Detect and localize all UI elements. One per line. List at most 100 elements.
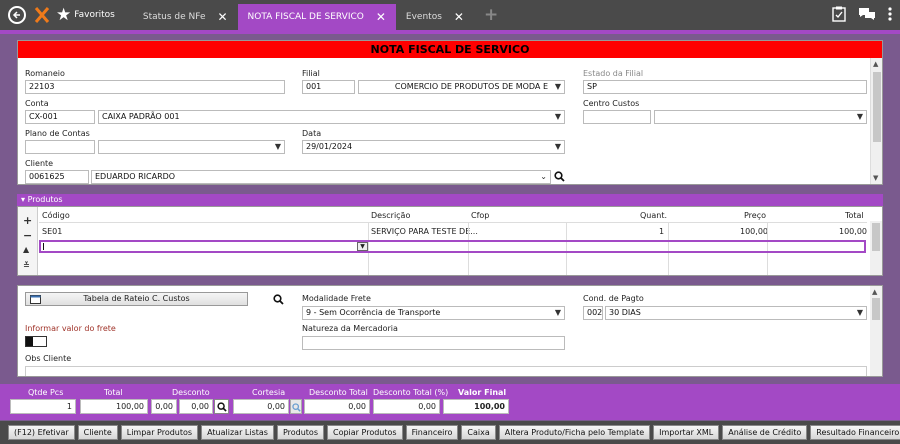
col-header-descricao[interactable]: Descrição xyxy=(371,211,410,220)
expand-down-icon[interactable]: ≚ xyxy=(23,261,30,270)
more-vertical-icon[interactable] xyxy=(888,7,892,21)
cond-pagto-code-field[interactable]: 002 xyxy=(583,306,603,320)
desconto-total-pct-field: 0,00 xyxy=(373,399,440,414)
col-header-quant[interactable]: Quant. xyxy=(640,211,667,220)
scroll-thumb[interactable] xyxy=(873,72,881,142)
scroll-up-icon[interactable]: ▲ xyxy=(873,60,878,68)
close-icon[interactable]: ✕ xyxy=(454,10,464,24)
back-button[interactable] xyxy=(8,6,26,24)
search-icon[interactable] xyxy=(273,294,284,305)
produtos-button[interactable]: Produtos xyxy=(276,425,324,440)
grid-scrollbar[interactable] xyxy=(870,221,882,275)
cell-codigo: SE01 xyxy=(42,227,63,236)
search-icon[interactable] xyxy=(554,171,565,182)
resultado-financeiro-button[interactable]: Resultado Financeiro xyxy=(810,425,900,440)
tab-label: NOTA FISCAL DE SERVICO xyxy=(247,12,364,22)
add-tab-icon[interactable]: + xyxy=(484,5,498,25)
conta-select[interactable]: CAIXA PADRÃO 001 ▼ xyxy=(98,110,565,124)
action-bar: (F12) Efetivar Cliente Limpar Produtos A… xyxy=(0,421,900,444)
frete-toggle[interactable] xyxy=(25,336,47,347)
col-header-codigo[interactable]: Código xyxy=(42,211,70,220)
importar-xml-button[interactable]: Importar XML xyxy=(653,425,720,440)
desconto-pct-field[interactable]: 0,00 xyxy=(151,399,177,414)
scroll-up-icon[interactable]: ▲ xyxy=(872,288,877,296)
produtos-section-header[interactable]: ▾ Produtos xyxy=(17,194,883,206)
conta-code-field[interactable]: CX-001 xyxy=(25,110,95,124)
filial-code-field[interactable]: 001 xyxy=(302,80,355,94)
estado-field[interactable]: SP xyxy=(583,80,867,94)
close-icon[interactable]: ✕ xyxy=(217,10,227,24)
remove-row-icon[interactable]: − xyxy=(23,229,32,242)
form-scrollbar[interactable]: ▲ ▼ xyxy=(870,58,882,184)
tab-status-nfe[interactable]: Status de NFe ✕ xyxy=(133,4,238,30)
cliente-button[interactable]: Cliente xyxy=(77,425,118,440)
tab-nota-fiscal-servico[interactable]: NOTA FISCAL DE SERVICO ✕ xyxy=(237,4,396,30)
obs-cliente-label: Obs Cliente xyxy=(25,354,72,363)
arrow-left-icon xyxy=(12,11,20,19)
filial-select[interactable]: COMERCIO DE PRODUTOS DE MODA E ▼ xyxy=(358,80,565,94)
financeiro-button[interactable]: Financeiro xyxy=(405,425,459,440)
frete-scrollbar[interactable]: ▲ xyxy=(870,286,882,376)
analise-credito-button[interactable]: Análise de Crédito xyxy=(722,425,808,440)
centro-custos-label: Centro Custos xyxy=(583,99,640,108)
table-icon xyxy=(30,295,41,304)
altera-produto-button[interactable]: Altera Produto/Ficha pelo Template xyxy=(498,425,651,440)
scroll-thumb[interactable] xyxy=(872,298,880,320)
desconto-field[interactable]: 0,00 xyxy=(179,399,213,414)
chevron-down-icon: ⌄ xyxy=(540,172,547,181)
plano-contas-label: Plano de Contas xyxy=(25,129,90,138)
top-right-tools xyxy=(832,6,892,22)
centro-custos-code-field[interactable] xyxy=(583,110,651,124)
natureza-field[interactable] xyxy=(302,336,565,350)
desconto-search-button[interactable] xyxy=(214,399,229,414)
tab-bar: Status de NFe ✕ NOTA FISCAL DE SERVICO ✕… xyxy=(133,0,498,30)
new-row-editor[interactable]: ▼ xyxy=(39,240,866,253)
limpar-produtos-button[interactable]: Limpar Produtos xyxy=(120,425,199,440)
cliente-name: EDUARDO RICARDO xyxy=(95,172,176,181)
cell-preco: 100,00 xyxy=(740,227,768,236)
efetivar-button[interactable]: (F12) Efetivar xyxy=(8,425,75,440)
atualizar-listas-button[interactable]: Atualizar Listas xyxy=(201,425,274,440)
grid-toolbar: + − ▲ ≚ xyxy=(18,207,38,275)
header-divider xyxy=(39,222,867,223)
close-icon[interactable]: ✕ xyxy=(376,10,386,24)
search-icon xyxy=(292,403,301,412)
total-field: 100,00 xyxy=(80,399,148,414)
plano-contas-code-field[interactable] xyxy=(25,140,95,154)
caixa-button[interactable]: Caixa xyxy=(461,425,496,440)
data-field[interactable]: 29/01/2024 ▼ xyxy=(302,140,565,154)
col-header-cfop[interactable]: Cfop xyxy=(471,211,489,220)
clipboard-check-icon[interactable] xyxy=(832,6,846,22)
tab-label: Status de NFe xyxy=(142,12,206,22)
scroll-thumb[interactable] xyxy=(872,223,880,251)
cortesia-search-button[interactable] xyxy=(290,399,302,414)
rateio-label: Tabela de Rateio C. Custos xyxy=(83,294,190,303)
obs-cliente-field[interactable] xyxy=(25,366,867,376)
cliente-label: Cliente xyxy=(25,159,54,168)
favorites-button[interactable]: ★ Favoritos xyxy=(56,6,115,24)
centro-custos-select[interactable]: ▼ xyxy=(654,110,867,124)
scroll-down-icon[interactable]: ▼ xyxy=(873,174,878,182)
chevron-down-icon: ▼ xyxy=(554,112,561,121)
col-header-preco[interactable]: Preço xyxy=(744,211,766,220)
add-row-icon[interactable]: + xyxy=(23,214,32,227)
desconto-total-field: 0,00 xyxy=(304,399,370,414)
chevron-down-icon[interactable]: ▼ xyxy=(357,242,368,251)
cliente-select[interactable]: EDUARDO RICARDO ⌄ xyxy=(91,170,551,184)
modalidade-select[interactable]: 9 - Sem Ocorrência de Transporte ▼ xyxy=(302,306,565,320)
cond-pagto-select[interactable]: 30 DIAS ▼ xyxy=(605,306,867,320)
copiar-produtos-button[interactable]: Copiar Produtos xyxy=(327,425,403,440)
move-up-icon[interactable]: ▲ xyxy=(23,245,29,254)
chat-icon[interactable] xyxy=(858,7,876,21)
valor-final-label: Valor Final xyxy=(458,388,507,397)
romaneio-label: Romaneio xyxy=(25,69,65,78)
plano-contas-select[interactable]: ▼ xyxy=(98,140,285,154)
romaneio-field[interactable]: 22103 xyxy=(25,80,285,94)
cliente-code-field[interactable]: 0061625 xyxy=(25,170,89,184)
col-header-total[interactable]: Total xyxy=(845,211,864,220)
rateio-button[interactable]: Tabela de Rateio C. Custos xyxy=(25,292,248,306)
cell-descricao: SERVIÇO PARA TESTE DE... xyxy=(371,227,478,236)
tab-eventos[interactable]: Eventos ✕ xyxy=(396,4,474,30)
cortesia-label: Cortesia xyxy=(252,388,286,397)
cortesia-field[interactable]: 0,00 xyxy=(233,399,289,414)
